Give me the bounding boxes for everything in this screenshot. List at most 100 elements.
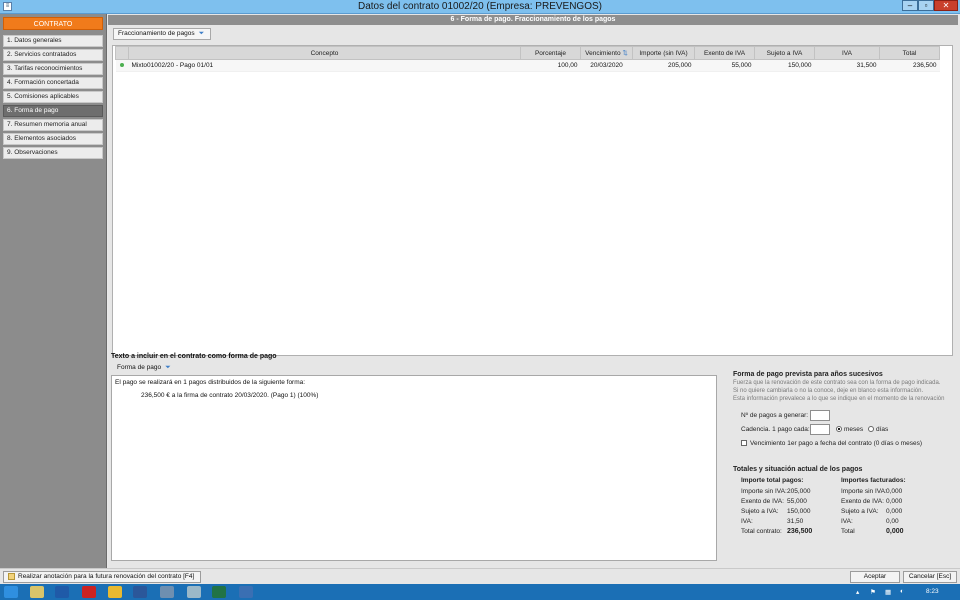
word-icon[interactable] <box>133 586 147 598</box>
renewal-note-button[interactable]: Realizar anotación para la futura renova… <box>3 571 201 583</box>
cell-total: 236,500 <box>879 59 940 72</box>
total-exento-label: Exento de IVA: <box>741 498 784 505</box>
col-header-iva[interactable]: IVA <box>814 46 880 60</box>
fact-iva-label: IVA: <box>841 518 853 525</box>
tray-flag-icon[interactable]: ⚑ <box>870 588 876 596</box>
tray-arrow-icon[interactable]: ▴ <box>856 588 859 596</box>
cell-importe: 205,000 <box>632 59 695 72</box>
first-payment-checkbox[interactable] <box>741 440 747 447</box>
contract-text-line2: 236,500 € a la firma de contrato 20/03/2… <box>141 392 319 399</box>
sidebar-item-elementos[interactable]: 8. Elementos asociados <box>3 133 103 145</box>
tray-network-icon[interactable]: ▦ <box>885 588 891 596</box>
unit-meses-option[interactable]: meses <box>836 426 863 433</box>
cell-exento: 55,000 <box>694 59 755 72</box>
col-header-vencimiento[interactable]: Vencimiento ⇅ <box>580 46 633 60</box>
start-icon[interactable] <box>4 586 18 598</box>
contract-text-dropdown-label: Forma de pago <box>117 364 162 371</box>
cell-porcentaje: 100,00 <box>520 59 581 72</box>
unit-dias-option[interactable]: días <box>868 426 888 433</box>
contract-text-dropdown[interactable]: Forma de pago ⏷ <box>113 363 175 374</box>
clock[interactable]: 8:23 <box>926 588 939 595</box>
maximize-button[interactable]: ▫ <box>918 0 934 11</box>
fact-iva-value: 0,00 <box>886 518 899 525</box>
split-dropdown-label: Fraccionamiento de pagos <box>118 30 195 37</box>
cell-vencimiento: 20/03/2020 <box>580 59 633 72</box>
future-payment-title: Forma de pago prevista para años sucesiv… <box>733 371 883 378</box>
radio-dias[interactable] <box>868 426 874 433</box>
fact-sujeto-label: Sujeto a IVA: <box>841 508 879 515</box>
tray-volume-icon[interactable]: ◐ <box>900 588 904 595</box>
cadence-label: Cadencia. 1 pago cada: <box>741 426 810 433</box>
file-explorer-icon[interactable] <box>30 586 44 598</box>
sidebar: CONTRATO 1. Datos generales 2. Servicios… <box>0 14 107 568</box>
sidebar-item-datos-generales[interactable]: 1. Datos generales <box>3 35 103 47</box>
tool-app-icon[interactable] <box>187 586 201 598</box>
totals-col2-title: Importes facturados: <box>841 477 906 484</box>
sidebar-item-resumen-memoria[interactable]: 7. Resumen memoria anual <box>3 119 103 131</box>
sidebar-item-formacion[interactable]: 4. Formación concertada <box>3 77 103 89</box>
chevron-down-icon: ⏷ <box>165 364 171 371</box>
table-row[interactable]: Mixto01002/20 - Pago 01/01 100,00 20/03/… <box>115 59 940 72</box>
chrome-icon[interactable] <box>108 586 122 598</box>
taskbar: ▴ ⚑ ▦ ◐ 8:23 <box>0 584 960 600</box>
fact-total-label: Total <box>841 528 855 535</box>
col-header-exento[interactable]: Exento de IVA <box>694 46 755 60</box>
row-marker <box>115 59 129 72</box>
cadence-input[interactable] <box>810 424 830 435</box>
col-header-vencimiento-label: Vencimiento <box>585 50 621 57</box>
sidebar-item-observaciones[interactable]: 9. Observaciones <box>3 147 103 159</box>
total-sujeto-label: Sujeto a IVA: <box>741 508 779 515</box>
col-header-total[interactable]: Total <box>879 46 940 60</box>
accept-button[interactable]: Aceptar <box>850 571 900 583</box>
sidebar-header: CONTRATO <box>3 17 103 30</box>
chevron-down-icon: ⏷ <box>198 30 205 37</box>
total-sujeto-value: 150,000 <box>787 508 811 515</box>
sidebar-item-comisiones[interactable]: 5. Comisiones aplicables <box>3 91 103 103</box>
fact-total-value: 0,000 <box>886 528 904 535</box>
num-payments-input[interactable] <box>810 410 830 421</box>
sidebar-item-tarifas[interactable]: 3. Tarifas reconocimientos <box>3 63 103 75</box>
fact-exento-value: 0,000 <box>886 498 903 505</box>
alert-app-icon[interactable] <box>82 586 96 598</box>
col-header-porcentaje[interactable]: Porcentaje <box>520 46 581 60</box>
section-title: 6 - Forma de pago. Fraccionamiento de lo… <box>108 15 958 25</box>
sidebar-item-servicios[interactable]: 2. Servicios contratados <box>3 49 103 61</box>
payments-table: Concepto Porcentaje Vencimiento ⇅ Import… <box>115 46 940 72</box>
green-dot-icon <box>120 63 124 67</box>
split-dropdown[interactable]: Fraccionamiento de pagos ⏷ <box>113 28 211 40</box>
first-payment-label: Vencimiento 1er pago a fecha del contrat… <box>750 440 922 447</box>
radio-meses[interactable] <box>836 426 842 433</box>
future-payment-help2: Si no quiere cambiarla o no la conoce, d… <box>733 388 924 394</box>
cancel-button[interactable]: Cancelar [Esc] <box>903 571 957 583</box>
contract-text-area[interactable]: El pago se realizará en 1 pagos distribu… <box>111 375 717 561</box>
col-header-concepto[interactable]: Concepto <box>128 46 521 60</box>
outlook-icon[interactable] <box>55 586 69 598</box>
contract-text-label: Texto a incluir en el contrato como form… <box>111 353 277 360</box>
network-app-icon[interactable] <box>160 586 174 598</box>
fact-importe-label: Importe sin IVA: <box>841 488 887 495</box>
total-contrato-label: Total contrato: <box>741 528 782 535</box>
contract-text-line1: El pago se realizará en 1 pagos distribu… <box>115 379 306 386</box>
minimize-button[interactable]: – <box>902 0 918 11</box>
cell-iva: 31,500 <box>814 59 880 72</box>
payments-grid: Concepto Porcentaje Vencimiento ⇅ Import… <box>112 45 953 356</box>
total-exento-value: 55,000 <box>787 498 807 505</box>
app-shortcut-icon[interactable] <box>239 586 253 598</box>
unit-dias-label: días <box>876 426 889 433</box>
fact-exento-label: Exento de IVA: <box>841 498 884 505</box>
col-header-sujeto[interactable]: Sujeto a IVA <box>754 46 815 60</box>
sidebar-item-forma-pago[interactable]: 6. Forma de pago <box>3 105 103 117</box>
cell-concepto: Mixto01002/20 - Pago 01/01 <box>128 59 521 72</box>
total-iva-label: IVA: <box>741 518 753 525</box>
fact-importe-value: 0,000 <box>886 488 903 495</box>
excel-icon[interactable] <box>212 586 226 598</box>
total-contrato-value: 236,500 <box>787 528 813 535</box>
totals-col1-title: Importe total pagos: <box>741 477 804 484</box>
future-payment-help1: Fuerza que la renovación de este contrat… <box>733 380 941 386</box>
first-payment-option[interactable]: Vencimiento 1er pago a fecha del contrat… <box>741 440 922 447</box>
window-titlebar: ≡ Datos del contrato 01002/20 (Empresa: … <box>0 0 960 14</box>
renewal-note-label: Realizar anotación para la futura renova… <box>18 573 195 580</box>
close-button[interactable]: ✕ <box>934 0 958 11</box>
total-importe-value: 205,000 <box>787 488 811 495</box>
col-header-importe[interactable]: Importe (sin IVA) <box>632 46 695 60</box>
